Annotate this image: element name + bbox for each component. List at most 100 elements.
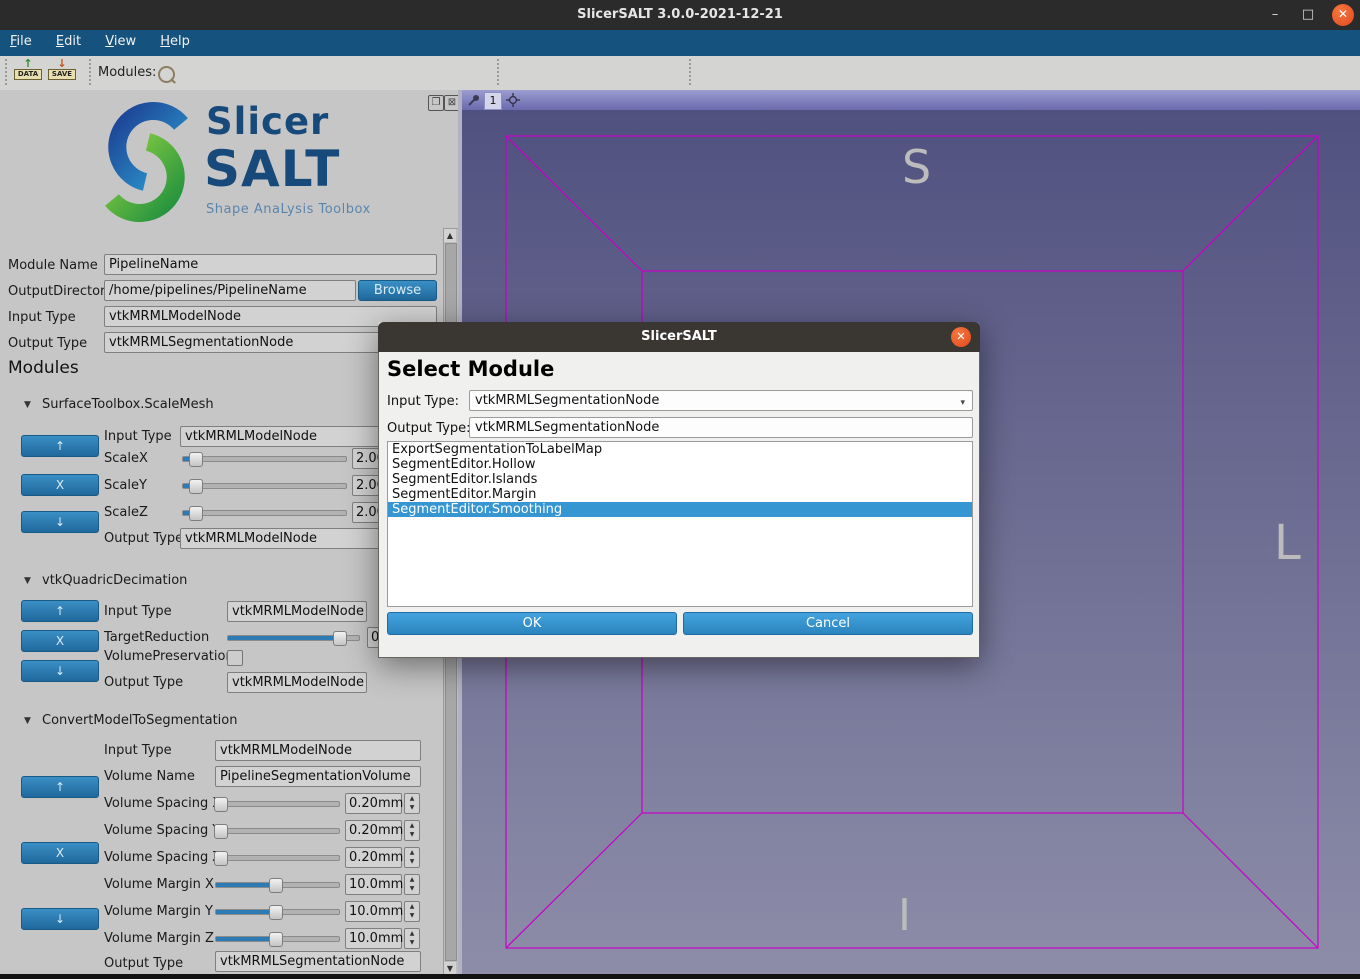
move-down-button[interactable]: ↓ — [21, 908, 99, 930]
move-down-button[interactable]: ↓ — [21, 660, 99, 682]
menu-view[interactable]: View — [95, 30, 146, 53]
menu-help[interactable]: Help — [150, 30, 200, 53]
row-label: ScaleX — [104, 451, 148, 466]
modules-section-header: Modules — [8, 358, 79, 378]
list-item[interactable]: SegmentEditor.Margin — [388, 487, 972, 502]
remove-button[interactable]: X — [21, 630, 99, 652]
spinner-buttons[interactable]: ▲ ▼ — [404, 928, 420, 949]
collapse-arrow-icon[interactable]: ▼ — [24, 716, 31, 726]
volume-spacing-x-slider[interactable] — [215, 797, 340, 811]
toolbar-separator — [496, 59, 499, 87]
volume-margin-z-value[interactable]: 10.0mm — [345, 928, 402, 949]
scale-z-slider[interactable] — [182, 506, 347, 520]
spinner-buttons[interactable]: ▲ ▼ — [404, 793, 420, 814]
title-bar: SlicerSALT 3.0.0-2021-12-21 – □ ✕ — [0, 0, 1360, 30]
output-directory-label: OutputDirectory — [8, 284, 113, 299]
spin-up-icon[interactable]: ▲ — [405, 875, 419, 884]
dialog-title-bar[interactable]: SlicerSALT ✕ — [378, 322, 980, 352]
spin-up-icon[interactable]: ▲ — [405, 848, 419, 857]
dialog-input-type-combobox[interactable]: vtkMRMLSegmentationNode ▾ — [469, 390, 973, 411]
scroll-down-icon[interactable]: ▼ — [444, 962, 456, 974]
volume-margin-x-slider[interactable] — [215, 878, 340, 892]
row-label: Volume Name — [104, 769, 195, 784]
volume-preservation-checkbox[interactable] — [227, 650, 243, 666]
ok-button[interactable]: OK — [387, 612, 677, 635]
load-data-label: DATA — [14, 69, 42, 80]
move-down-button[interactable]: ↓ — [21, 511, 99, 533]
list-item[interactable]: SegmentEditor.Hollow — [388, 457, 972, 472]
spinner-buttons[interactable]: ▲ ▼ — [404, 874, 420, 895]
volume-spacing-z-slider[interactable] — [215, 851, 340, 865]
row-input[interactable]: vtkMRMLModelNode — [227, 601, 367, 622]
target-reduction-slider[interactable] — [227, 631, 360, 645]
row-label: Volume Spacing Y — [104, 823, 220, 838]
spin-up-icon[interactable]: ▲ — [405, 929, 419, 938]
move-up-button[interactable]: ↑ — [21, 776, 99, 798]
menu-edit[interactable]: Edit — [46, 30, 91, 53]
module-search-icon[interactable] — [158, 66, 175, 83]
save-data-button[interactable]: ↓ SAVE — [48, 59, 76, 87]
scale-x-slider[interactable] — [182, 452, 347, 466]
volume-spacing-x-value[interactable]: 0.20mm — [345, 793, 402, 814]
spin-up-icon[interactable]: ▲ — [405, 902, 419, 911]
main-toolbar: ↑ DATA ↓ SAVE Modules: Pipeline Creator … — [0, 56, 1360, 91]
row-label: VolumePreservation — [104, 649, 234, 664]
spin-down-icon[interactable]: ▼ — [405, 803, 419, 812]
section-title-quadricdecimation[interactable]: vtkQuadricDecimation — [42, 573, 187, 588]
scroll-up-icon[interactable]: ▲ — [444, 229, 456, 242]
row-label: ScaleZ — [104, 505, 148, 520]
output-directory-input[interactable]: /home/pipelines/PipelineName — [104, 280, 356, 301]
volume-margin-y-value[interactable]: 10.0mm — [345, 901, 402, 922]
row-label: Volume Spacing X — [104, 796, 221, 811]
spin-down-icon[interactable]: ▼ — [405, 857, 419, 866]
module-name-input[interactable]: PipelineName — [104, 254, 437, 275]
browse-button[interactable]: Browse — [358, 280, 437, 301]
pin-icon[interactable] — [468, 94, 480, 106]
view-options-icon[interactable] — [506, 93, 520, 107]
spinner-buttons[interactable]: ▲ ▼ — [404, 901, 420, 922]
row-input[interactable]: vtkMRMLSegmentationNode — [215, 951, 421, 972]
load-data-button[interactable]: ↑ DATA — [14, 59, 42, 87]
move-up-button[interactable]: ↑ — [21, 435, 99, 457]
volume-margin-z-slider[interactable] — [215, 932, 340, 946]
spinner-buttons[interactable]: ▲ ▼ — [404, 847, 420, 868]
spin-down-icon[interactable]: ▼ — [405, 938, 419, 947]
dialog-output-type-input[interactable]: vtkMRMLSegmentationNode — [469, 417, 973, 438]
spin-up-icon[interactable]: ▲ — [405, 794, 419, 803]
row-label: Input Type — [104, 429, 172, 444]
volume-margin-y-slider[interactable] — [215, 905, 340, 919]
spin-up-icon[interactable]: ▲ — [405, 821, 419, 830]
remove-button[interactable]: X — [21, 474, 99, 496]
spin-down-icon[interactable]: ▼ — [405, 911, 419, 920]
row-input[interactable]: vtkMRMLModelNode — [227, 672, 367, 693]
scale-y-slider[interactable] — [182, 479, 347, 493]
cancel-button[interactable]: Cancel — [683, 612, 973, 635]
volume-margin-x-value[interactable]: 10.0mm — [345, 874, 402, 895]
toolbar-handle — [4, 59, 7, 87]
list-item[interactable]: SegmentEditor.Islands — [388, 472, 972, 487]
list-item[interactable]: ExportSegmentationToLabelMap — [388, 442, 972, 457]
dialog-close-button[interactable]: ✕ — [951, 327, 971, 347]
volume-spacing-y-value[interactable]: 0.20mm — [345, 820, 402, 841]
load-data-arrow-icon: ↑ — [14, 59, 42, 69]
minimize-button[interactable]: – — [1266, 7, 1284, 23]
collapse-arrow-icon[interactable]: ▼ — [24, 576, 31, 586]
volume-spacing-y-slider[interactable] — [215, 824, 340, 838]
spin-down-icon[interactable]: ▼ — [405, 830, 419, 839]
close-button[interactable]: ✕ — [1332, 4, 1354, 26]
panel-undock-icon[interactable]: ❐ — [428, 95, 444, 111]
spinner-buttons[interactable]: ▲ ▼ — [404, 820, 420, 841]
remove-button[interactable]: X — [21, 842, 99, 864]
volume-name-input[interactable]: PipelineSegmentationVolume — [215, 766, 421, 787]
collapse-arrow-icon[interactable]: ▼ — [24, 400, 31, 410]
spin-down-icon[interactable]: ▼ — [405, 884, 419, 893]
maximize-button[interactable]: □ — [1299, 7, 1317, 23]
list-item-selected[interactable]: SegmentEditor.Smoothing — [388, 502, 972, 517]
panel-close-icon[interactable]: ⊠ — [444, 95, 458, 111]
move-up-button[interactable]: ↑ — [21, 600, 99, 622]
section-title-convertmodeltosegmentation[interactable]: ConvertModelToSegmentation — [42, 713, 238, 728]
volume-spacing-z-value[interactable]: 0.20mm — [345, 847, 402, 868]
row-input[interactable]: vtkMRMLModelNode — [215, 740, 421, 761]
section-title-scalemesh[interactable]: SurfaceToolbox.ScaleMesh — [42, 397, 214, 412]
menu-file[interactable]: File — [0, 30, 42, 53]
